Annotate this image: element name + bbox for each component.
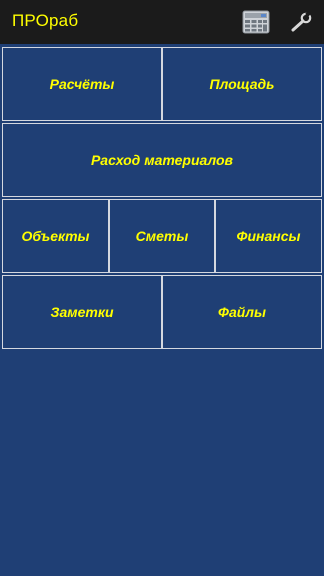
calculations-button[interactable]: Расчёты [2, 47, 162, 121]
area-button[interactable]: Площадь [162, 47, 322, 121]
app-bar: ПРОраб [0, 0, 324, 44]
estimates-button[interactable]: Сметы [109, 199, 215, 273]
menu-row-3: Объекты Сметы Финансы [2, 199, 322, 275]
finances-button[interactable]: Финансы [215, 199, 322, 273]
menu-row-2: Расход материалов [2, 123, 322, 199]
app-title: ПРОраб [12, 11, 79, 30]
wrench-icon [291, 11, 312, 32]
menu-row-4: Заметки Файлы [2, 275, 322, 351]
notes-button[interactable]: Заметки [2, 275, 162, 349]
settings-button[interactable] [282, 0, 322, 44]
calculator-icon [242, 10, 270, 34]
menu-row-1: Расчёты Площадь [2, 47, 322, 123]
objects-button[interactable]: Объекты [2, 199, 109, 273]
materials-consumption-button[interactable]: Расход материалов [2, 123, 322, 197]
files-button[interactable]: Файлы [162, 275, 322, 349]
calculator-button[interactable] [236, 0, 276, 44]
